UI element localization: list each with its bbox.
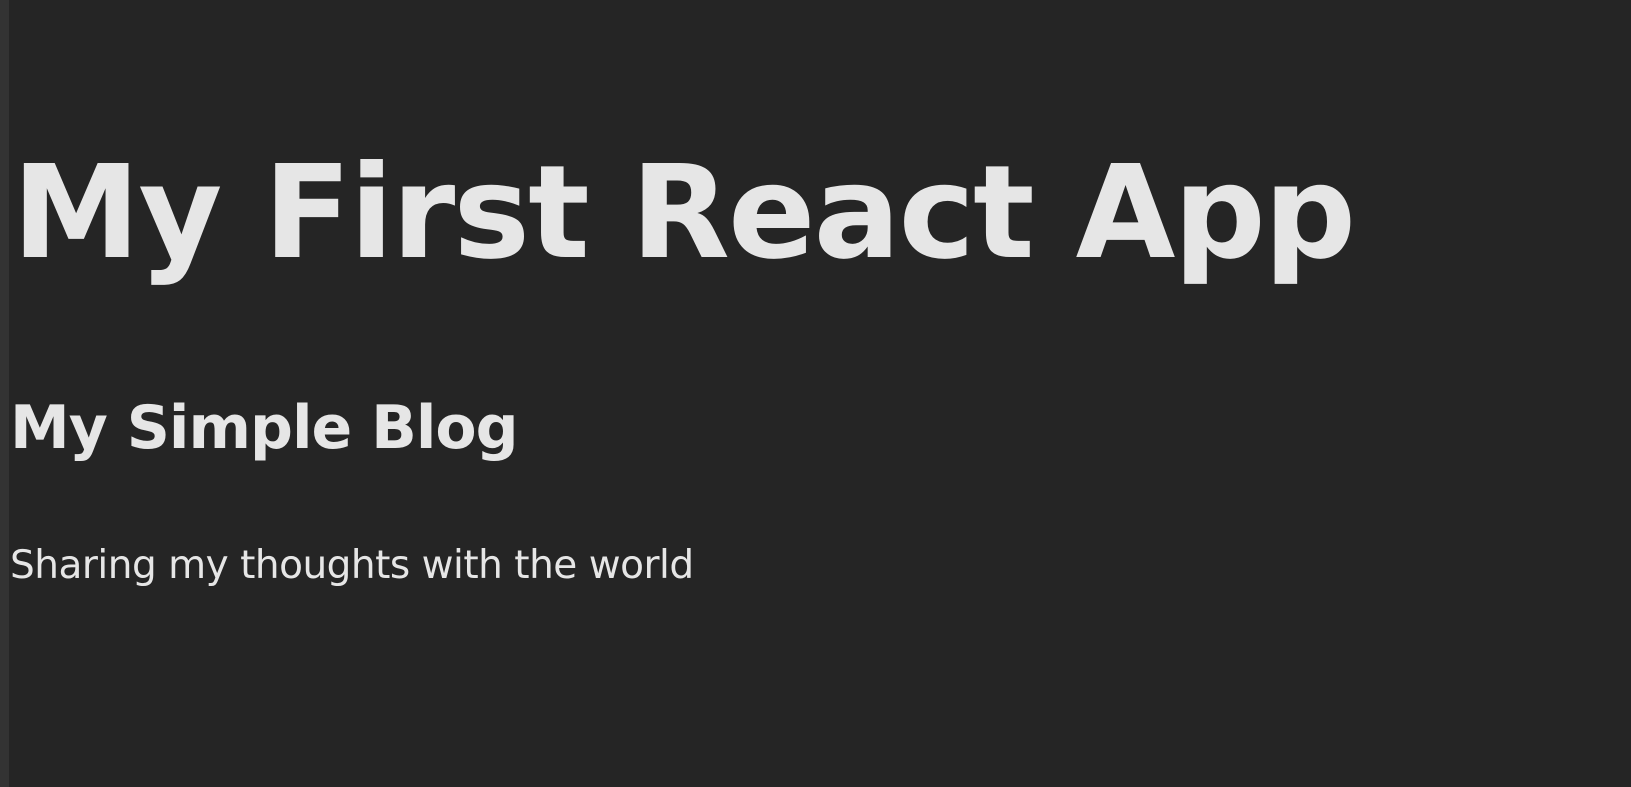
blog-tagline: Sharing my thoughts with the world: [10, 543, 694, 588]
window-left-edge: [0, 0, 9, 787]
blog-title: My Simple Blog: [10, 393, 519, 463]
app-root: My First React App My Simple Blog Sharin…: [10, 0, 1631, 787]
app-title: My First React App: [12, 138, 1356, 288]
